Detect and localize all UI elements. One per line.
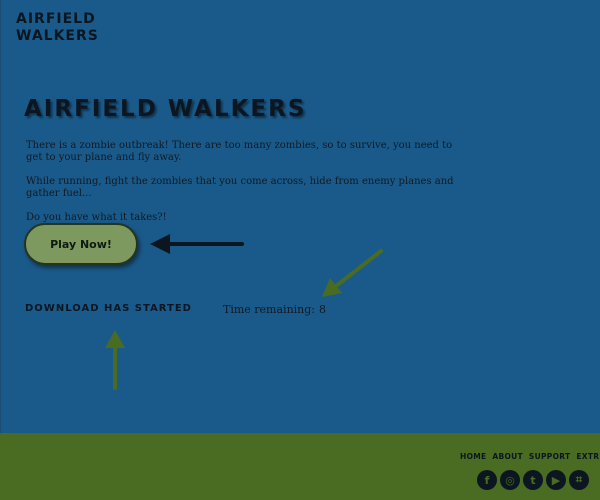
- time-remaining-label: Time remaining:: [223, 303, 316, 316]
- play-now-button[interactable]: Play Now!: [24, 223, 138, 265]
- twitch-icon[interactable]: ⌗: [569, 470, 589, 490]
- time-remaining-value: 8: [319, 303, 327, 316]
- intro-paragraph: There is a zombie outbreak! There are to…: [26, 140, 453, 163]
- twitter-icon[interactable]: t: [523, 470, 543, 490]
- footer-link-extra[interactable]: EXTR: [576, 452, 599, 461]
- logo-line-2: WALKERS: [16, 28, 99, 44]
- download-status: DOWNLOAD HAS STARTED: [25, 303, 192, 314]
- site-logo[interactable]: AIRFIELD WALKERS: [16, 11, 99, 45]
- intro-paragraph: While running, fight the zombies that yo…: [26, 176, 454, 199]
- intro-text: There is a zombie outbreak! There are to…: [26, 140, 456, 236]
- footer-link-home[interactable]: HOME: [460, 452, 486, 461]
- instagram-icon[interactable]: ◎: [500, 470, 520, 490]
- footer-link-about[interactable]: ABOUT: [492, 452, 523, 461]
- page-title: AIRFIELD WALKERS: [24, 96, 307, 122]
- facebook-icon[interactable]: f: [477, 470, 497, 490]
- footer-nav: HOME ABOUT SUPPORT EXTR: [460, 452, 600, 461]
- footer-link-support[interactable]: SUPPORT: [529, 452, 571, 461]
- logo-line-1: AIRFIELD: [16, 11, 96, 27]
- youtube-icon[interactable]: ▶: [546, 470, 566, 490]
- time-remaining: Time remaining: 8: [223, 303, 330, 316]
- social-links: f ◎ t ▶ ⌗: [477, 470, 589, 490]
